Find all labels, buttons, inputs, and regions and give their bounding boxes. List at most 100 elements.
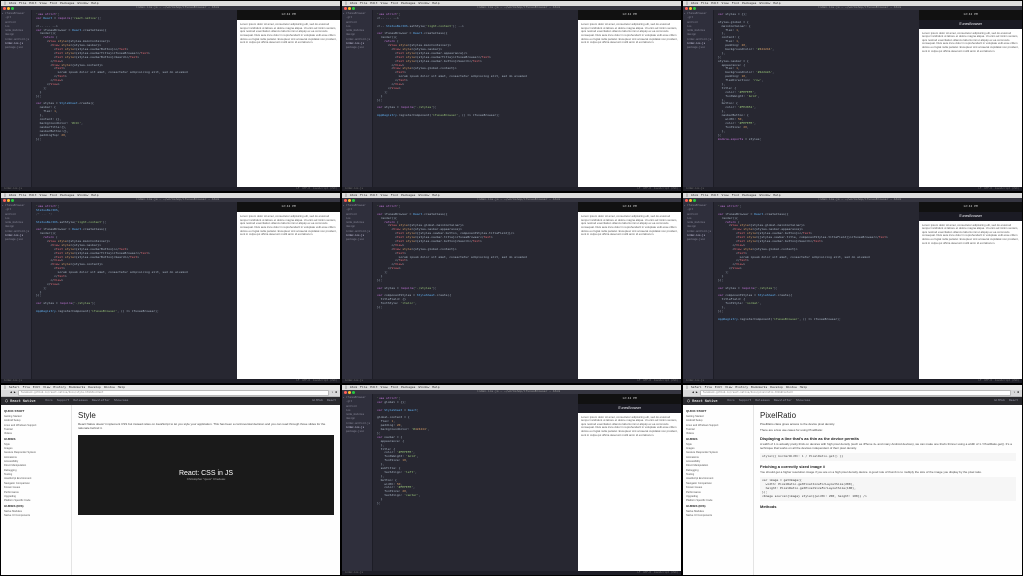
menu-find[interactable]: Find	[391, 194, 398, 198]
file-tree-item[interactable]: index.android.js	[343, 230, 371, 233]
menu-edit[interactable]: Edit	[715, 386, 722, 390]
menu-history[interactable]: History	[53, 386, 66, 390]
react-link[interactable]: React	[1009, 399, 1018, 403]
menu-find[interactable]: Find	[50, 2, 57, 6]
file-tree-item[interactable]: node_modules	[2, 221, 30, 224]
file-tree-item[interactable]: ios	[2, 25, 30, 28]
menu-atom[interactable]: Atom	[9, 194, 16, 198]
file-tree-item[interactable]: ios	[343, 25, 371, 28]
menu-file[interactable]: File	[701, 2, 708, 6]
file-tree-item[interactable]: ios	[343, 409, 371, 412]
file-tree[interactable]: ▸ iTunesBrowser .git android ios node_mo…	[1, 202, 32, 379]
sim-content[interactable]: Lorem ipsum dolor sit amet, consectetur …	[578, 20, 681, 187]
forward-button[interactable]: ▶	[14, 391, 16, 395]
file-tree-item[interactable]: node_modules	[343, 29, 371, 32]
toc-link[interactable]: Animations	[686, 456, 750, 459]
file-tree-item[interactable]: index.ios.js	[684, 234, 712, 237]
code-editor[interactable]: 'use strict'; var iTunesBrowser = React.…	[714, 202, 919, 379]
toc-link[interactable]: Android Setup	[686, 419, 750, 422]
project-root[interactable]: ▸ iTunesBrowser	[343, 204, 371, 207]
toc-link[interactable]: Debugging	[686, 469, 750, 472]
toc-link[interactable]: Debugging	[4, 469, 68, 472]
file-tree-item[interactable]: android	[343, 213, 371, 216]
file-tree-item[interactable]: design	[2, 33, 30, 36]
toc-link[interactable]: Images	[4, 447, 68, 450]
menu-edit[interactable]: Edit	[29, 2, 36, 6]
file-tree-item[interactable]: package.json	[2, 46, 30, 49]
menu-view[interactable]: View	[725, 386, 732, 390]
file-tree-item[interactable]: design	[2, 225, 30, 228]
toc-link[interactable]: Platform Specific Code	[4, 499, 68, 502]
menu-find[interactable]: Find	[50, 194, 57, 198]
file-tree-item[interactable]: package.json	[684, 238, 712, 241]
file-tree-item[interactable]: android	[343, 405, 371, 408]
menu-window[interactable]: Window	[759, 194, 770, 198]
file-tree-item[interactable]: android	[684, 213, 712, 216]
tabs-icon[interactable]: ⊞	[335, 391, 337, 395]
menu-develop[interactable]: Develop	[770, 386, 783, 390]
file-tree-item[interactable]: index.ios.js	[343, 42, 371, 45]
file-tree-item[interactable]: index.android.js	[2, 230, 30, 233]
menu-file[interactable]: File	[23, 386, 30, 390]
menu-file[interactable]: File	[360, 194, 367, 198]
menu-edit[interactable]: Edit	[711, 2, 718, 6]
toc-link[interactable]: Upgrading	[686, 495, 750, 498]
toc-link[interactable]: Platform Specific Code	[686, 499, 750, 502]
menu-find[interactable]: Find	[391, 2, 398, 6]
file-tree[interactable]: ▸ iTunesBrowser .git android ios node_mo…	[683, 202, 714, 379]
file-tree-item[interactable]: android	[684, 21, 712, 24]
menu-atom[interactable]: Atom	[350, 2, 357, 6]
file-tree-item[interactable]: package.json	[684, 46, 712, 49]
file-tree-item[interactable]: ios	[684, 217, 712, 220]
toc-link[interactable]: JavaScript Environment	[4, 477, 68, 480]
url-field[interactable]: facebook.github.io/react-native/docs/pix…	[700, 390, 1012, 396]
menu-atom[interactable]: Atom	[9, 2, 16, 6]
menu-atom[interactable]: Atom	[691, 194, 698, 198]
menu-help[interactable]: Help	[91, 194, 98, 198]
menu-develop[interactable]: Develop	[88, 386, 101, 390]
toc-link[interactable]: Linux and Windows Support	[686, 424, 750, 427]
toc-link[interactable]: Videos	[686, 432, 750, 435]
project-root[interactable]: ▸ iTunesBrowser	[684, 12, 712, 15]
forward-button[interactable]: ▶	[696, 391, 698, 395]
file-tree-item[interactable]: design	[684, 225, 712, 228]
toc-link[interactable]: Accessibility	[686, 460, 750, 463]
code-editor[interactable]: 'use strict'; var iTunesBrowser = React.…	[373, 202, 578, 379]
toc-link[interactable]: Tutorial	[4, 428, 68, 431]
menu-help[interactable]: Help	[118, 386, 125, 390]
toc-link[interactable]: Gesture Responder System	[686, 451, 750, 454]
file-tree-item[interactable]: design	[684, 33, 712, 36]
menu-packages[interactable]: Packages	[401, 386, 415, 390]
toc-link[interactable]: Linux and Windows Support	[4, 424, 68, 427]
menu-bookmarks[interactable]: Bookmarks	[69, 386, 85, 390]
menu-edit[interactable]: Edit	[33, 386, 40, 390]
menu-window[interactable]: Window	[77, 194, 88, 198]
menu-help[interactable]: Help	[773, 194, 780, 198]
toc-link[interactable]: Videos	[4, 432, 68, 435]
file-tree-item[interactable]: index.android.js	[2, 38, 30, 41]
toc-link[interactable]: Accessibility	[4, 460, 68, 463]
file-tree-item[interactable]: android	[2, 213, 30, 216]
tabs-icon[interactable]: ⊞	[1017, 391, 1019, 395]
header-nav-link[interactable]: Newsletter	[92, 399, 110, 403]
header-nav-link[interactable]: Docs	[45, 399, 52, 403]
file-tree-item[interactable]: node_modules	[684, 29, 712, 32]
file-tree-item[interactable]: .git	[343, 16, 371, 19]
file-tree-item[interactable]: ios	[343, 217, 371, 220]
file-tree-item[interactable]: .git	[684, 208, 712, 211]
menu-view[interactable]: View	[381, 194, 388, 198]
menu-view[interactable]: View	[381, 386, 388, 390]
share-icon[interactable]: ⇪	[1013, 391, 1015, 395]
logo[interactable]: ⬡ React Native	[687, 399, 717, 404]
file-tree-item[interactable]: index.ios.js	[2, 234, 30, 237]
project-root[interactable]: ▸ iTunesBrowser	[2, 204, 30, 207]
toc-link[interactable]: JavaScript Environment	[686, 477, 750, 480]
file-tree-item[interactable]: .git	[684, 16, 712, 19]
menu-window[interactable]: Window	[418, 386, 429, 390]
toc-link[interactable]: Native UI Components	[686, 514, 750, 517]
file-tree-item[interactable]: package.json	[343, 430, 371, 433]
menu-view[interactable]: View	[40, 194, 47, 198]
file-tree[interactable]: ▸ iTunesBrowser .git android ios node_mo…	[342, 394, 373, 571]
menu-packages[interactable]: Packages	[60, 2, 74, 6]
menu-edit[interactable]: Edit	[711, 194, 718, 198]
